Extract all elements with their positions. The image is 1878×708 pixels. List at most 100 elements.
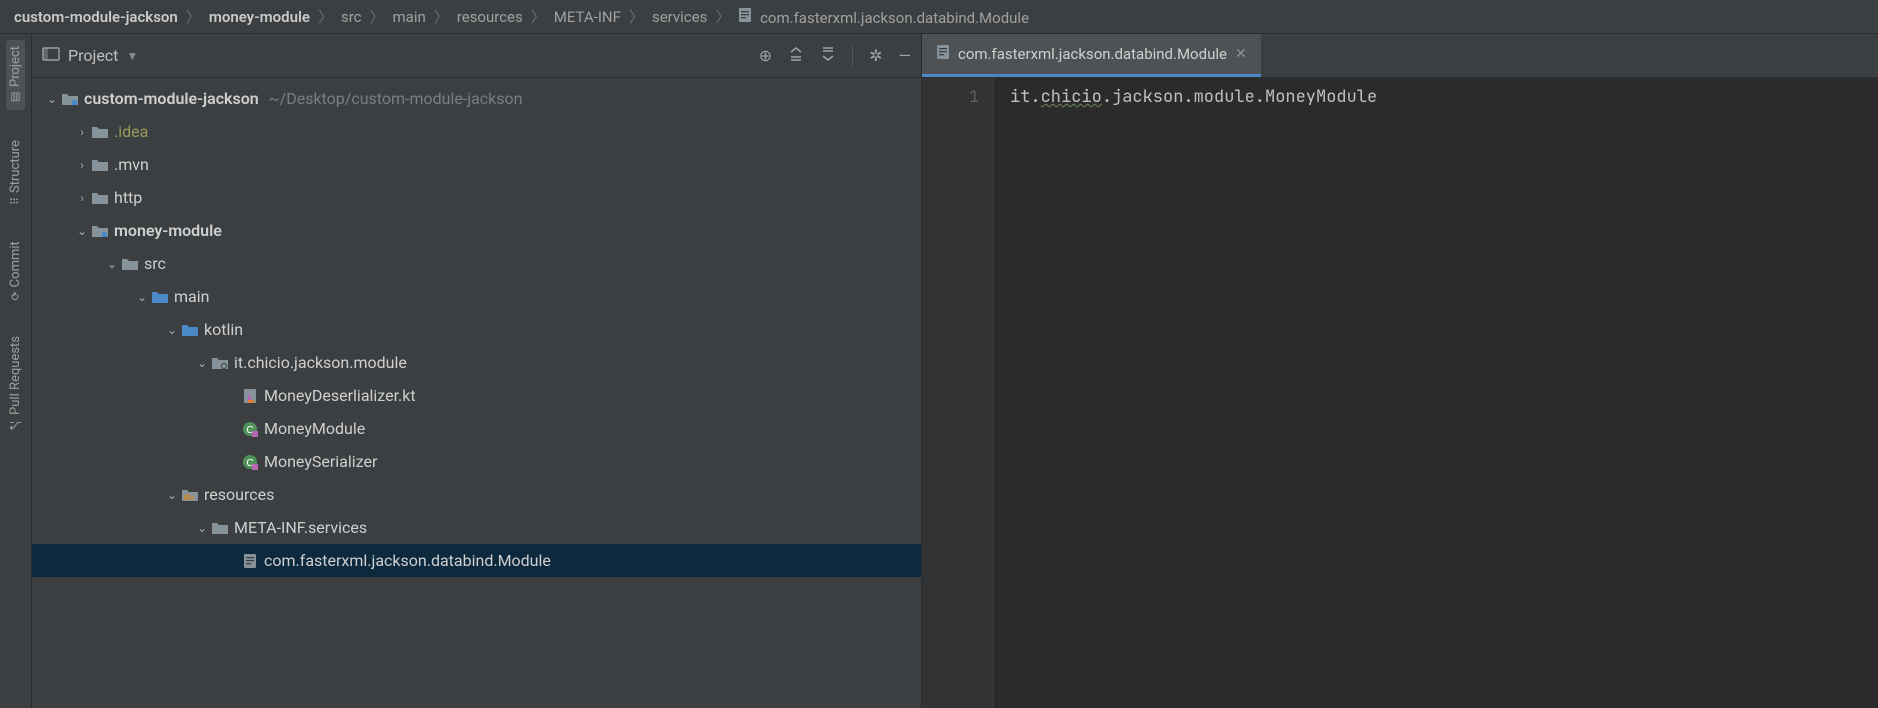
chevron-down-icon[interactable]: ⌄ <box>44 92 60 106</box>
editor-body[interactable]: 1 it.chicio.jackson.module.MoneyModule <box>922 78 1878 708</box>
tree-node-label: MoneySerializer <box>264 452 377 471</box>
crumb-src[interactable]: src <box>341 8 362 26</box>
folder-gray-icon <box>90 190 110 205</box>
tool-tab-project[interactable]: ▥ Project <box>6 40 25 110</box>
chevron-right-icon: 〉 <box>629 6 644 27</box>
line-number: 1 <box>922 86 979 107</box>
tree-node-label: .idea <box>114 122 148 141</box>
tool-tab-structure[interactable]: ⠿ Structure <box>6 134 25 211</box>
hide-panel-icon[interactable]: — <box>899 46 912 65</box>
collapse-all-icon[interactable] <box>820 46 836 66</box>
tree-row[interactable]: CMoneyModule <box>32 412 921 445</box>
tree-row[interactable]: ⌄custom-module-jackson~/Desktop/custom-m… <box>32 82 921 115</box>
tree-node-label: com.fasterxml.jackson.databind.Module <box>264 551 551 570</box>
tool-tab-commit[interactable]: ⟳ Commit <box>6 235 25 306</box>
tree-row[interactable]: ⌄ META-INF.services <box>32 511 921 544</box>
chevron-down-icon[interactable]: ▼ <box>126 49 138 63</box>
chevron-down-icon[interactable]: ⌄ <box>104 257 120 271</box>
tree-row[interactable]: ⌄ src <box>32 247 921 280</box>
locate-icon[interactable]: ⊕ <box>759 46 772 65</box>
expand-all-icon[interactable] <box>788 46 804 66</box>
chevron-down-icon[interactable]: ⌄ <box>194 521 210 535</box>
module-icon <box>90 223 110 238</box>
chevron-right-icon: 〉 <box>715 6 730 27</box>
crumb-module[interactable]: money-module <box>209 8 310 26</box>
close-icon[interactable]: ✕ <box>1235 46 1247 62</box>
tree-row[interactable]: com.fasterxml.jackson.databind.Module <box>32 544 921 577</box>
tree-row[interactable]: ⌄it.chicio.jackson.module <box>32 346 921 379</box>
crumb-file[interactable]: com.fasterxml.jackson.databind.Module <box>738 7 1029 27</box>
tool-tab-pull-requests[interactable]: ⎇ Pull Requests <box>6 330 25 438</box>
crumb-main[interactable]: main <box>393 8 426 26</box>
code-text-2: .jackson.module.MoneyModule <box>1102 86 1377 108</box>
crumb-resources[interactable]: resources <box>457 8 523 26</box>
kt-class-icon: C <box>240 421 260 437</box>
tree-node-label: resources <box>204 485 274 504</box>
package-icon <box>210 355 230 370</box>
editor-tab-active[interactable]: com.fasterxml.jackson.databind.Module ✕ <box>922 34 1261 77</box>
folder-blue-icon <box>150 289 170 304</box>
tree-node-label: kotlin <box>204 320 243 339</box>
tree-row[interactable]: › .idea <box>32 115 921 148</box>
tree-node-label: .mvn <box>114 155 149 174</box>
tree-row[interactable]: › http <box>32 181 921 214</box>
gear-icon[interactable]: ✲ <box>869 46 882 65</box>
tree-node-label: main <box>174 287 209 306</box>
project-panel-title[interactable]: Project <box>68 46 118 65</box>
tool-tab-project-label: Project <box>8 46 23 87</box>
chevron-right-icon: 〉 <box>318 6 333 27</box>
tree-node-label: src <box>144 254 166 273</box>
tool-tab-pr-label: Pull Requests <box>8 336 23 415</box>
tree-row[interactable]: CMoneySerializer <box>32 445 921 478</box>
left-tool-strip: ▥ Project ⠿ Structure ⟳ Commit ⎇ Pull Re… <box>0 34 32 708</box>
folder-gray-icon <box>120 256 140 271</box>
crumb-services[interactable]: services <box>652 8 707 26</box>
chevron-down-icon[interactable]: ⌄ <box>164 323 180 337</box>
tree-row[interactable]: MoneyDeserlializer.kt <box>32 379 921 412</box>
code-content[interactable]: it.chicio.jackson.module.MoneyModule <box>994 78 1878 708</box>
commit-icon: ⟳ <box>9 291 22 300</box>
structure-icon: ⠿ <box>9 197 22 205</box>
tree-row[interactable]: ⌄ resources <box>32 478 921 511</box>
tool-tab-commit-label: Commit <box>8 241 23 287</box>
text-file-icon <box>936 44 950 64</box>
chevron-right-icon: 〉 <box>186 6 201 27</box>
chevron-down-icon[interactable]: ⌄ <box>74 224 90 238</box>
tree-row[interactable]: › .mvn <box>32 148 921 181</box>
chevron-right-icon: 〉 <box>434 6 449 27</box>
text-file-icon <box>738 9 756 27</box>
crumb-root[interactable]: custom-module-jackson <box>14 8 178 26</box>
project-view-icon <box>42 46 60 66</box>
chevron-right-icon: 〉 <box>531 6 546 27</box>
chevron-right-icon[interactable]: › <box>74 191 90 205</box>
crumb-metainf[interactable]: META-INF <box>554 8 621 26</box>
chevron-right-icon[interactable]: › <box>74 125 90 139</box>
editor-tab-label: com.fasterxml.jackson.databind.Module <box>958 45 1227 63</box>
project-tree[interactable]: ⌄custom-module-jackson~/Desktop/custom-m… <box>32 78 921 708</box>
breadcrumb: custom-module-jackson 〉 money-module 〉 s… <box>0 0 1878 34</box>
chevron-right-icon[interactable]: › <box>74 158 90 172</box>
kt-class-icon: C <box>240 454 260 470</box>
tree-node-label: http <box>114 188 142 207</box>
tree-node-label: custom-module-jackson <box>84 89 259 108</box>
folder-gray-icon <box>90 124 110 139</box>
resources-icon <box>180 487 200 502</box>
tree-node-label: META-INF.services <box>234 518 367 537</box>
chevron-down-icon[interactable]: ⌄ <box>194 356 210 370</box>
project-icon: ▥ <box>9 91 22 104</box>
tree-row[interactable]: ⌄ money-module <box>32 214 921 247</box>
tree-row[interactable]: ⌄ kotlin <box>32 313 921 346</box>
pull-request-icon: ⎇ <box>9 419 22 432</box>
tree-row[interactable]: ⌄ main <box>32 280 921 313</box>
code-warning-word: chicio <box>1041 86 1102 108</box>
line-gutter: 1 <box>922 78 994 708</box>
tree-node-label: MoneyDeserlializer.kt <box>264 386 416 405</box>
tool-tab-structure-label: Structure <box>8 140 23 193</box>
kt-file-icon <box>240 388 260 404</box>
folder-gray-icon <box>90 157 110 172</box>
crumb-file-label: com.fasterxml.jackson.databind.Module <box>760 9 1029 27</box>
chevron-down-icon[interactable]: ⌄ <box>134 290 150 304</box>
folder-gray-icon <box>210 520 230 535</box>
chevron-down-icon[interactable]: ⌄ <box>164 488 180 502</box>
tree-node-label: money-module <box>114 221 222 240</box>
